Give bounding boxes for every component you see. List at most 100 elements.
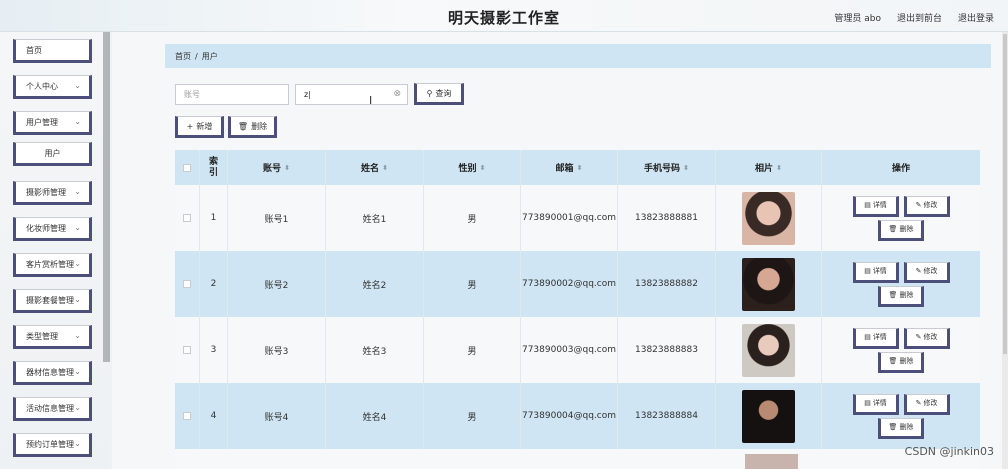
trash-icon: 🗑	[888, 291, 898, 299]
header-label: 姓名	[361, 164, 380, 174]
sidebar-item-type-management[interactable]: 类型管理 ⌄	[13, 325, 92, 349]
edit-label: 修改	[923, 267, 938, 275]
sidebar-item-label: 活动信息管理	[26, 403, 74, 413]
detail-button[interactable]: ▤ 详情	[852, 327, 899, 349]
sidebar-item-photographer-management[interactable]: 摄影师管理 ⌄	[13, 181, 92, 205]
col-phone[interactable]: 手机号码 ⬍	[618, 150, 716, 185]
row-checkbox-cell	[175, 251, 200, 317]
row-checkbox-cell	[175, 317, 200, 383]
table-row: 1 账号1 姓名1 男 773890001@qq.com 13823888881…	[175, 185, 980, 251]
edit-button[interactable]: ✎ 修改	[903, 327, 950, 349]
breadcrumb-current: 用户	[201, 51, 218, 61]
user-photo[interactable]	[742, 389, 795, 443]
delete-button[interactable]: 🗑 删除	[878, 417, 924, 439]
sort-icon[interactable]: ⬍	[480, 164, 486, 172]
row-checkbox[interactable]	[183, 280, 191, 288]
cell-index: 1	[200, 185, 228, 251]
cell-photo	[716, 185, 822, 251]
trash-icon: 🗑	[888, 423, 898, 431]
sidebar-scrollbar[interactable]	[103, 32, 110, 362]
logout-link[interactable]: 退出登录	[958, 11, 994, 24]
clear-icon[interactable]: ⊗	[393, 89, 401, 99]
sort-icon[interactable]: ⬍	[683, 164, 689, 172]
chevron-down-icon: ⌄	[74, 223, 81, 232]
col-gender[interactable]: 性别 ⬍	[424, 150, 521, 185]
chevron-down-icon: ⌄	[74, 259, 81, 268]
cell-gender: 男	[424, 317, 521, 383]
col-email[interactable]: 邮箱 ⬍	[521, 150, 618, 185]
edit-button[interactable]: ✎ 修改	[903, 195, 950, 217]
sidebar-item-label: 摄影套餐管理	[26, 295, 74, 305]
scrollbar-thumb[interactable]	[1003, 34, 1007, 354]
account-placeholder: 账号	[184, 90, 200, 99]
detail-button[interactable]: ▤ 详情	[852, 393, 899, 415]
detail-button[interactable]: ▤ 详情	[852, 195, 899, 217]
cell-email: 773890001@qq.com	[521, 185, 618, 251]
cell-name: 姓名4	[326, 383, 424, 449]
detail-label: 详情	[872, 399, 887, 407]
cell-index: 2	[200, 251, 228, 317]
row-checkbox[interactable]	[183, 412, 191, 420]
user-photo[interactable]	[745, 454, 798, 469]
cell-name: 姓名3	[326, 317, 424, 383]
name-search-input[interactable]: z | ⊗	[295, 84, 408, 105]
search-icon: ⚲	[426, 88, 433, 98]
sort-icon[interactable]: ⬍	[776, 164, 782, 172]
sidebar-item-users[interactable]: 用户	[13, 142, 92, 166]
edit-button[interactable]: ✎ 修改	[903, 393, 950, 415]
cell-phone: 13823888883	[618, 317, 716, 383]
chevron-down-icon: ⌄	[74, 367, 81, 376]
user-photo[interactable]	[742, 257, 795, 311]
chevron-down-icon: ⌄	[74, 117, 81, 126]
detail-label: 详情	[872, 333, 887, 341]
sort-icon[interactable]: ⬍	[577, 164, 583, 172]
admin-label[interactable]: 管理员 abo	[834, 11, 881, 24]
user-photo[interactable]	[742, 323, 795, 377]
row-checkbox[interactable]	[183, 214, 191, 222]
col-account[interactable]: 账号 ⬍	[228, 150, 326, 185]
query-button[interactable]: ⚲ 查询	[414, 83, 464, 105]
chevron-down-icon: ⌄	[74, 295, 81, 304]
table-header: 索引 账号 ⬍ 姓名 ⬍ 性别 ⬍ 邮箱 ⬍ 手机号码 ⬍ 相片 ⬍ 操作	[175, 150, 980, 185]
sidebar-item-personal-center[interactable]: 个人中心 ⌄	[13, 75, 92, 99]
select-all-cell	[175, 150, 200, 185]
main-scrollbar[interactable]	[1002, 32, 1008, 469]
pencil-icon: ✎	[915, 333, 922, 341]
sidebar-item-package-management[interactable]: 摄影套餐管理 ⌄	[13, 289, 92, 313]
row-checkbox[interactable]	[183, 346, 191, 354]
account-search-input[interactable]: 账号	[175, 84, 289, 105]
cell-email: 773890002@qq.com	[521, 251, 618, 317]
header-label: 相片	[755, 164, 774, 174]
select-all-checkbox[interactable]	[183, 163, 191, 172]
sidebar-item-activity-management[interactable]: 活动信息管理 ⌄	[13, 397, 92, 421]
user-photo[interactable]	[742, 191, 795, 245]
sidebar-item-makeup-artist-management[interactable]: 化妆师管理 ⌄	[13, 217, 92, 241]
cell-email: 773890004@qq.com	[521, 383, 618, 449]
sidebar-item-booking-management[interactable]: 预约订单管理 ⌄	[13, 433, 92, 457]
sidebar-item-sample-gallery-management[interactable]: 客片赏析管理 ⌄	[13, 253, 92, 277]
sort-icon[interactable]: ⬍	[382, 164, 388, 172]
sort-icon[interactable]: ⬍	[284, 164, 290, 172]
back-to-front-link[interactable]: 退出到前台	[897, 11, 942, 24]
table-row-partial	[175, 450, 980, 469]
add-button[interactable]: + 新增	[175, 116, 224, 138]
table-row: 2 账号2 姓名2 男 773890002@qq.com 13823888882…	[175, 251, 980, 317]
sidebar-item-label: 预约订单管理	[26, 439, 74, 449]
col-index: 索引	[200, 150, 228, 185]
sidebar-item-home[interactable]: 首页	[13, 39, 92, 63]
detail-button[interactable]: ▤ 详情	[852, 261, 899, 283]
breadcrumb-home[interactable]: 首页	[175, 51, 191, 62]
edit-button[interactable]: ✎ 修改	[903, 261, 950, 283]
col-photo[interactable]: 相片 ⬍	[716, 150, 822, 185]
col-name[interactable]: 姓名 ⬍	[326, 150, 424, 185]
header-label: 操作	[891, 164, 910, 174]
sidebar-item-user-management[interactable]: 用户管理 ⌄	[13, 111, 92, 135]
cell-account: 账号3	[228, 317, 326, 383]
cell-index: 4	[200, 383, 228, 449]
chevron-down-icon: ⌄	[74, 331, 81, 340]
delete-button[interactable]: 🗑 删除	[878, 351, 924, 373]
delete-button[interactable]: 🗑 删除	[878, 285, 924, 307]
delete-button[interactable]: 🗑 删除	[878, 219, 924, 241]
batch-delete-button[interactable]: 🗑 删除	[228, 116, 277, 138]
sidebar-item-equipment-management[interactable]: 器材信息管理 ⌄	[13, 361, 92, 385]
